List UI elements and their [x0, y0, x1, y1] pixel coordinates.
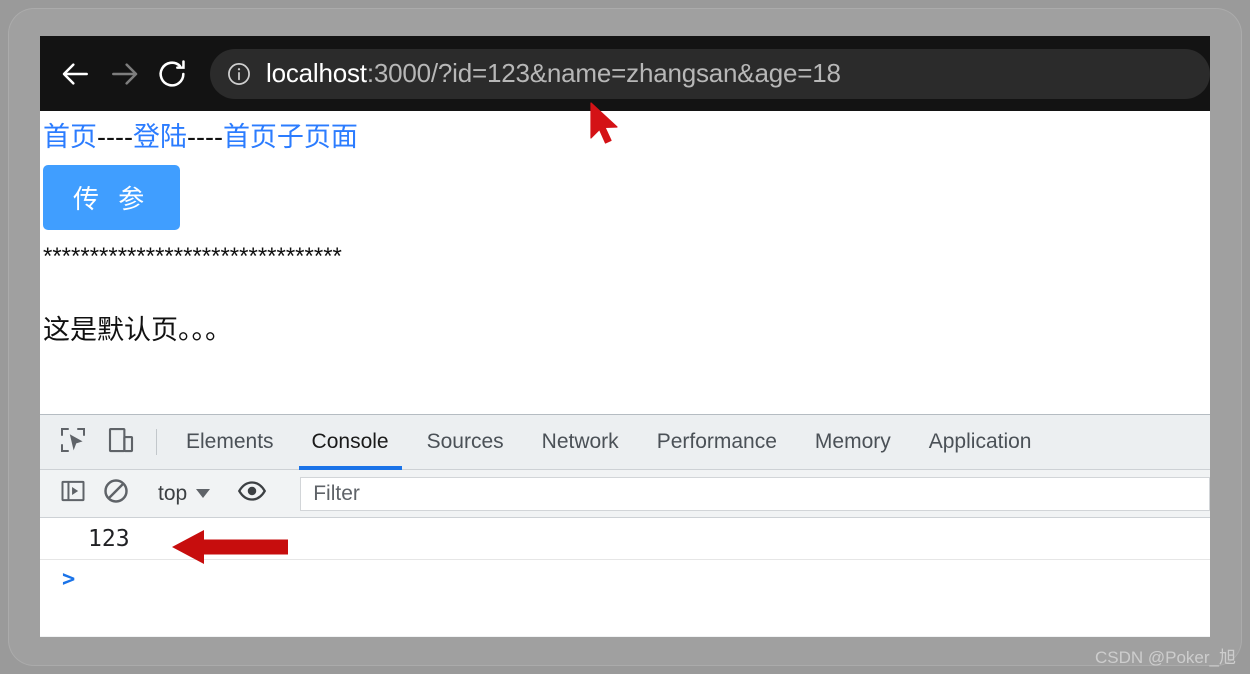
star-divider: ********************************: [43, 243, 342, 270]
console-output[interactable]: 123 >: [40, 518, 1210, 636]
link-separator-1: ----: [97, 122, 133, 152]
device-toolbar-icon: [106, 425, 136, 460]
tab-console-label: Console: [311, 430, 389, 453]
console-message-text: 123: [88, 525, 130, 552]
tab-sources[interactable]: Sources: [408, 415, 523, 469]
arrow-right-icon: [108, 58, 140, 90]
execution-context-selector[interactable]: top: [154, 482, 214, 506]
console-sidebar-toggle-button[interactable]: [56, 477, 90, 511]
no-entry-icon: [102, 477, 130, 510]
reload-button[interactable]: [148, 50, 196, 98]
watermark-text: CSDN @Poker_旭: [1094, 648, 1236, 667]
console-toolbar: top Filter: [40, 470, 1210, 518]
tab-elements-label: Elements: [186, 430, 274, 453]
page-viewport: 首页----登陆----首页子页面 传 参 ******************…: [40, 111, 1210, 414]
devtools-panel: Elements Console Sources Network Perform…: [40, 414, 1210, 637]
console-message-row[interactable]: 123: [40, 518, 1210, 560]
browser-toolbar: localhost:3000/?id=123&name=zhangsan&age…: [40, 36, 1210, 111]
tab-memory-label: Memory: [814, 430, 891, 453]
tab-memory[interactable]: Memory: [796, 415, 910, 469]
site-info-icon[interactable]: [226, 61, 252, 87]
link-home[interactable]: 首页: [43, 122, 97, 152]
pass-params-button[interactable]: 传 参: [43, 165, 181, 230]
arrow-left-icon: [60, 58, 92, 90]
live-expression-button[interactable]: [235, 477, 269, 511]
link-login[interactable]: 登陆: [133, 122, 187, 152]
url-host: localhost: [266, 58, 367, 88]
console-filter-placeholder: Filter: [313, 481, 360, 505]
page-body-text: 这是默认页。。。: [43, 315, 232, 345]
browser-window-frame: localhost:3000/?id=123&name=zhangsan&age…: [8, 8, 1242, 666]
devtools-tool-icons: [40, 415, 146, 469]
tab-sources-label: Sources: [426, 430, 504, 453]
tab-network-label: Network: [541, 430, 619, 453]
back-button[interactable]: [52, 50, 100, 98]
tab-application[interactable]: Application: [910, 415, 1051, 469]
clear-console-button[interactable]: [99, 477, 133, 511]
inspect-element-button[interactable]: [56, 425, 90, 459]
address-bar-text: localhost:3000/?id=123&name=zhangsan&age…: [266, 58, 841, 89]
chevron-down-icon: [196, 489, 211, 498]
tab-elements[interactable]: Elements: [167, 415, 293, 469]
tabbar-divider: [156, 429, 157, 455]
address-bar[interactable]: localhost:3000/?id=123&name=zhangsan&age…: [210, 48, 1210, 99]
sidebar-show-icon: [59, 477, 87, 510]
eye-icon: [237, 476, 267, 511]
reload-icon: [156, 58, 188, 90]
link-separator-2: ----: [186, 122, 223, 152]
tab-performance-label: Performance: [656, 430, 777, 453]
toggle-device-toolbar-button[interactable]: [104, 425, 138, 459]
link-home-subpage[interactable]: 首页子页面: [223, 122, 358, 152]
devtools-tab-bar: Elements Console Sources Network Perform…: [40, 415, 1210, 470]
tab-console[interactable]: Console: [293, 415, 408, 470]
browser-window-inner: localhost:3000/?id=123&name=zhangsan&age…: [40, 36, 1210, 637]
cursor-select-icon: [58, 425, 88, 460]
console-input-prompt[interactable]: >: [40, 560, 1210, 598]
forward-button[interactable]: [100, 50, 148, 98]
tab-network[interactable]: Network: [523, 415, 638, 469]
tab-application-label: Application: [928, 430, 1032, 453]
tab-performance[interactable]: Performance: [638, 415, 796, 469]
prompt-chevron-icon: >: [62, 566, 76, 592]
execution-context-value: top: [158, 481, 188, 505]
page-nav-links: 首页----登陆----首页子页面: [42, 117, 1210, 157]
url-path: :3000/?id=123&name=zhangsan&age=18: [366, 58, 841, 88]
console-filter-input[interactable]: Filter: [300, 476, 1210, 511]
screenshot-root: localhost:3000/?id=123&name=zhangsan&age…: [0, 0, 1250, 674]
